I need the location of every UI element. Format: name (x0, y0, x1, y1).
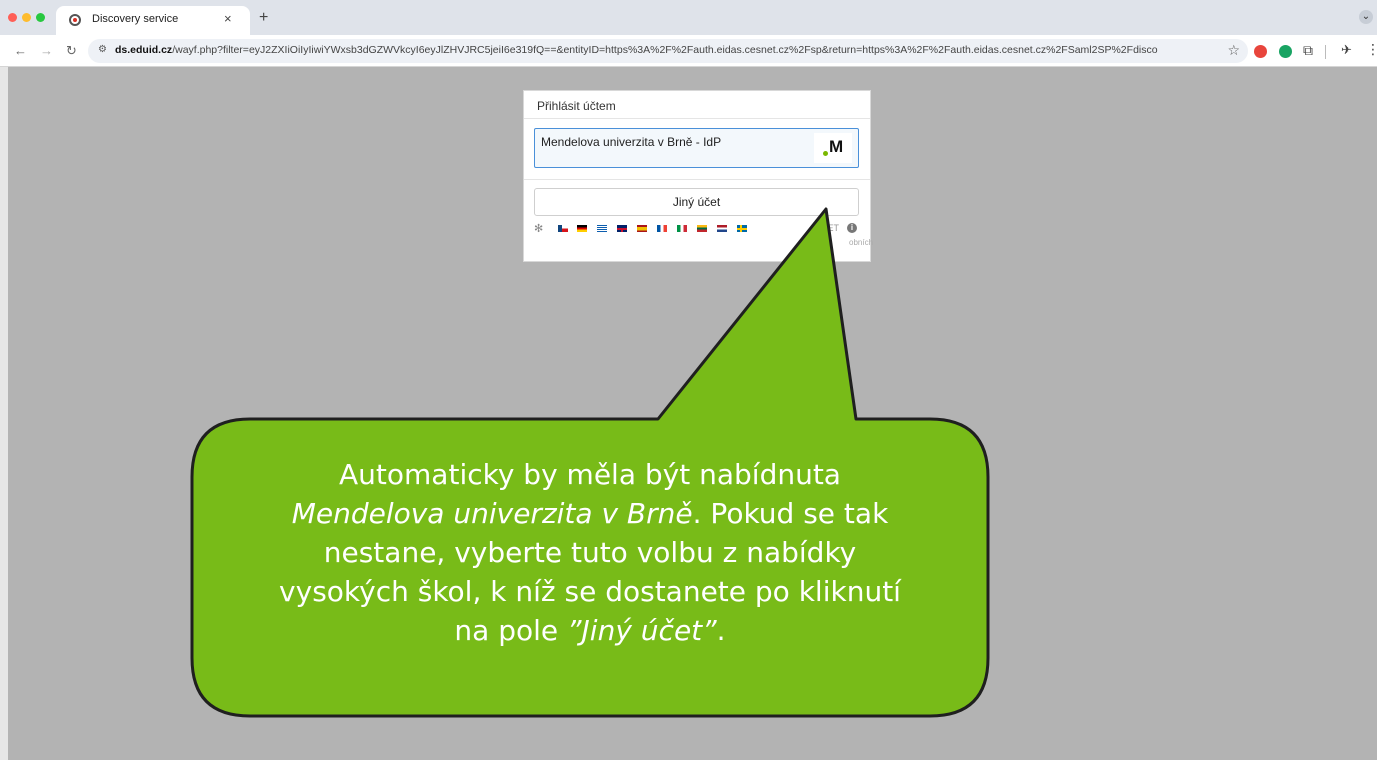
callout-line: vysokých škol, k níž se dostanete po kli… (279, 575, 901, 608)
callout-line: Automaticky by měla být nabídnuta (339, 458, 841, 491)
callout-line: na pole ”Jiný účet”. (454, 614, 726, 647)
callout-text: Automaticky by měla být nabídnuta Mendel… (200, 455, 980, 650)
callout-line: nestane, vyberte tuto volbu z nabídky (323, 536, 857, 569)
callout-line: Mendelova univerzita v Brně. Pokud se ta… (291, 497, 889, 530)
